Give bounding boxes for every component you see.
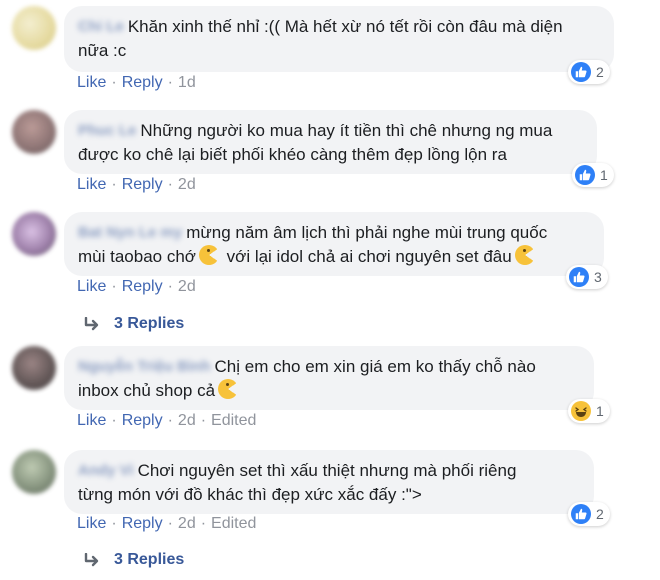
replies-count[interactable]: 3 Replies [114, 315, 184, 333]
comment-actions: Like · Reply · 2d · Edited [77, 515, 257, 532]
reply-link[interactable]: Reply [122, 176, 163, 193]
comment-actions: Like · Reply · 1d [77, 74, 196, 91]
comment-author[interactable]: Andy Vi [78, 459, 134, 483]
like-icon [571, 62, 591, 82]
reaction-count[interactable]: 3 [566, 265, 608, 289]
reaction-count[interactable]: 1 [568, 399, 610, 423]
replies-count[interactable]: 3 Replies [114, 551, 184, 569]
comment-author[interactable]: Chi Le [78, 15, 124, 39]
view-replies-link[interactable]: 3 Replies [84, 551, 184, 569]
like-link[interactable]: Like [77, 74, 106, 91]
comment-text: từng món với đồ khác thì đẹp xức xắc đấy… [78, 485, 422, 504]
avatar[interactable] [12, 110, 56, 154]
reaction-count[interactable]: 1 [572, 163, 614, 187]
avatar[interactable] [12, 6, 56, 50]
comment-bubble: Nguyễn Triệu Bình Chị em cho em xin giá e… [64, 346, 594, 410]
comment-author[interactable]: Phuc Le [78, 119, 136, 143]
like-link[interactable]: Like [77, 515, 106, 532]
avatar[interactable] [12, 450, 56, 494]
pacman-emoji-icon [198, 245, 219, 265]
comment-author[interactable]: Bat Nyn Le my [78, 221, 182, 245]
like-icon [575, 165, 595, 185]
comment-text: nữa :c [78, 41, 127, 60]
comment-text: Chị em cho em xin giá em ko thấy chỗ nào [214, 357, 536, 376]
reaction-number: 1 [596, 403, 604, 419]
comment-actions: Like · Reply · 2d [77, 176, 196, 193]
comment-text: với lại idol chả ai chơi nguyên set đâu [226, 247, 512, 266]
comment-time[interactable]: 2d [178, 176, 196, 193]
comment-actions: Like · Reply · 2d [77, 278, 196, 295]
like-link[interactable]: Like [77, 176, 106, 193]
edited-label[interactable]: Edited [211, 412, 256, 429]
like-link[interactable]: Like [77, 278, 106, 295]
like-icon [569, 267, 589, 287]
reaction-number: 2 [596, 506, 604, 522]
comment-time[interactable]: 2d [178, 515, 196, 532]
like-link[interactable]: Like [77, 412, 106, 429]
comment-time[interactable]: 2d [178, 278, 196, 295]
edited-label[interactable]: Edited [211, 515, 256, 532]
comment-text: được ko chê lại biết phối khéo càng thêm… [78, 145, 507, 164]
pacman-emoji-icon [514, 245, 535, 265]
reaction-number: 2 [596, 64, 604, 80]
comment-text: mừng năm âm lịch thì phải nghe mùi trung… [186, 223, 548, 242]
comment-bubble: Phuc Le Những người ko mua hay ít tiền th… [64, 110, 597, 174]
comment-bubble: Andy Vi Chơi nguyên set thì xấu thiệt như… [64, 450, 594, 514]
comment-text: Khăn xinh thế nhỉ :(( Mà hết xừ nó tết r… [127, 17, 563, 36]
reply-link[interactable]: Reply [122, 74, 163, 91]
reply-link[interactable]: Reply [122, 515, 163, 532]
comment-bubble: Chi Le Khăn xinh thế nhỉ :(( Mà hết xừ nó… [64, 6, 614, 72]
comment-bubble: Bat Nyn Le my mừng năm âm lịch thì phải n… [64, 212, 604, 276]
comment-time[interactable]: 2d [178, 412, 196, 429]
pacman-emoji-icon [218, 379, 239, 399]
reply-link[interactable]: Reply [122, 412, 163, 429]
avatar[interactable] [12, 346, 56, 390]
like-icon [571, 504, 591, 524]
comment-text: Chơi nguyên set thì xấu thiệt nhưng mà p… [137, 461, 517, 480]
comment-time[interactable]: 1d [178, 74, 196, 91]
reaction-count[interactable]: 2 [568, 60, 610, 84]
haha-icon [571, 401, 591, 421]
comment-text: mùi taobao chớ [78, 247, 196, 266]
comment-author[interactable]: Nguyễn Triệu Bình [78, 355, 211, 379]
reaction-number: 1 [600, 167, 608, 183]
reaction-number: 3 [594, 269, 602, 285]
comment-text: inbox chủ shop cả [78, 381, 216, 400]
reply-link[interactable]: Reply [122, 278, 163, 295]
comment-text: Những người ko mua hay ít tiền thì chê n… [140, 121, 553, 140]
avatar[interactable] [12, 212, 56, 256]
reply-arrow-icon [84, 317, 99, 331]
reaction-count[interactable]: 2 [568, 502, 610, 526]
view-replies-link[interactable]: 3 Replies [84, 315, 184, 333]
reply-arrow-icon [84, 553, 99, 567]
comment-actions: Like · Reply · 2d · Edited [77, 412, 257, 429]
